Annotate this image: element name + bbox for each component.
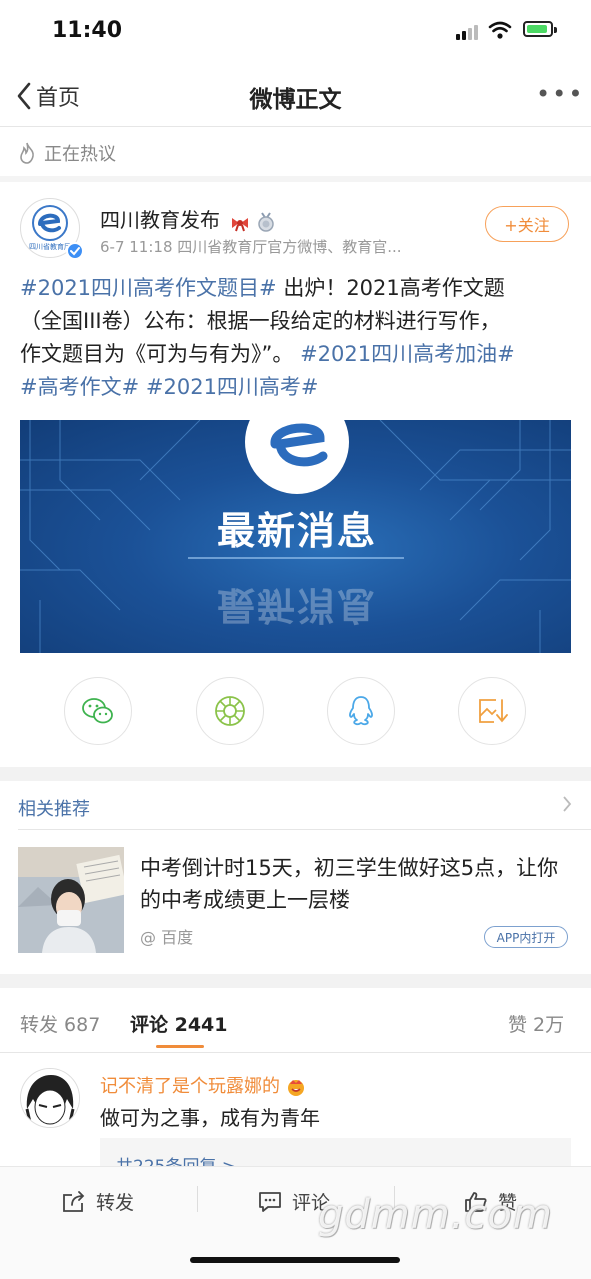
save-image-button[interactable] [458, 677, 526, 745]
back-label: 首页 [36, 86, 81, 111]
related-source: @ 百度 [140, 928, 194, 947]
medal-icon [257, 211, 275, 232]
chevron-left-icon [17, 82, 31, 110]
battery-icon [523, 21, 557, 37]
hot-topic-label: 正在热议 [44, 144, 116, 165]
commenter-name[interactable]: 记不清了是个玩露娜的 [100, 1072, 306, 1098]
post-text-segment: （全国III卷）公布：根据一段给定的材料进行写作， [20, 309, 501, 333]
page-title: 微博正文 [249, 87, 342, 113]
active-tab-indicator [156, 1045, 204, 1048]
flame-icon [20, 142, 34, 164]
author-name-text: 四川教育发布 [100, 208, 220, 232]
wechat-icon [82, 698, 113, 724]
banner-text: 最新消息 [217, 509, 377, 553]
divider [0, 126, 591, 127]
home-indicator[interactable] [190, 1257, 400, 1263]
tab-likes[interactable]: 赞 2万 [508, 1010, 564, 1037]
chevron-right-icon[interactable] [562, 795, 572, 818]
related-thumbnail[interactable] [18, 847, 124, 953]
red-ribbon-icon [230, 213, 250, 231]
divider [18, 829, 591, 830]
qq-icon [349, 696, 373, 726]
post-text: #2021四川高考作文题目# 出炉！2021高考作文题 （全国III卷）公布：根… [20, 272, 572, 404]
hashtag-link[interactable]: #高考作文# [20, 375, 139, 399]
image-download-icon [479, 699, 508, 723]
crown-badge-icon [286, 1077, 306, 1097]
watermark: gdmm.com [318, 1192, 553, 1238]
tab-comments[interactable]: 评论 2441 [130, 1010, 228, 1037]
separator [197, 1186, 198, 1212]
repost-button[interactable]: 转发 [62, 1188, 134, 1215]
status-time: 11:40 [52, 18, 123, 43]
post-meta: 6-7 11:18 四川省教育厅官方微博、教育官... [100, 238, 402, 256]
tab-reposts[interactable]: 转发 687 [20, 1010, 100, 1037]
hot-topic-bar[interactable]: 正在热议 [18, 140, 116, 166]
moments-icon [215, 696, 245, 726]
hashtag-link[interactable]: #2021四川高考# [146, 375, 319, 399]
comment-icon [259, 1191, 281, 1212]
share-qq-button[interactable] [327, 677, 395, 745]
signal-icon [456, 24, 480, 40]
svg-text:四川省教育厅: 四川省教育厅 [29, 242, 71, 251]
share-wechat-button[interactable] [64, 677, 132, 745]
more-button[interactable]: ••• [536, 80, 584, 108]
hashtag-link[interactable]: #2021四川高考作文题目# [20, 276, 277, 300]
wifi-icon [488, 21, 512, 39]
follow-button[interactable]: +关注 [485, 206, 569, 242]
open-in-app-button[interactable]: APP内打开 [484, 926, 568, 948]
share-moments-button[interactable] [196, 677, 264, 745]
divider [0, 1052, 591, 1053]
verified-icon [66, 242, 84, 260]
repost-label: 转发 [96, 1192, 135, 1214]
commenter-name-text: 记不清了是个玩露娜的 [100, 1076, 280, 1097]
related-headline[interactable]: 中考倒计时15天，初三学生做好这5点，让你的中考成绩更上一层楼 [140, 852, 560, 916]
commenter-avatar[interactable] [20, 1068, 80, 1128]
section-gap [0, 176, 591, 182]
section-gap [0, 767, 591, 781]
section-gap [0, 974, 591, 988]
related-title: 相关推荐 [18, 799, 90, 820]
repost-icon [63, 1190, 85, 1212]
hashtag-link[interactable]: #2021四川高考加油# [300, 342, 515, 366]
post-image[interactable]: 最新消息 最新消息 [20, 420, 571, 653]
post-text-segment: 作文题目为《可为与有为》”。 [20, 342, 301, 366]
banner-text-reflection: 最新消息 [217, 583, 377, 627]
post-text-segment: 出炉！2021高考作文题 [276, 276, 505, 300]
back-button[interactable]: 首页 [16, 80, 80, 112]
comment-text: 做可为之事，成有为青年 [100, 1106, 320, 1130]
author-name[interactable]: 四川教育发布 [100, 204, 275, 233]
banner-graphic: 最新消息 最新消息 [20, 420, 571, 653]
